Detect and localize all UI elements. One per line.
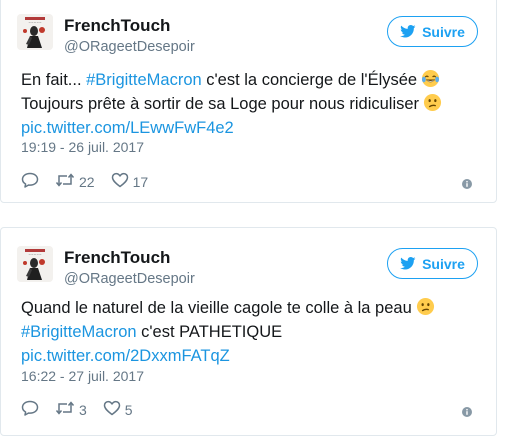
reply-button[interactable] <box>21 400 39 419</box>
follow-label: Suivre <box>422 23 465 40</box>
follow-button[interactable]: Suivre <box>387 16 478 47</box>
like-button[interactable]: 17 <box>111 172 149 191</box>
avatar[interactable]: ~~~~~ <box>17 14 53 50</box>
tweet-card: ~~~~~ FrenchTouch @ORageetDesepoir Suivr… <box>0 0 497 203</box>
retweet-icon <box>55 172 75 191</box>
author-name[interactable]: FrenchTouch <box>64 248 170 268</box>
retweet-count: 3 <box>79 401 87 418</box>
tweet-actions: 22 17 <box>21 172 164 191</box>
avatar[interactable]: ~~~~~ <box>17 246 53 282</box>
follow-button[interactable]: Suivre <box>387 248 478 279</box>
svg-text:~~~~~: ~~~~~ <box>28 21 42 25</box>
pic-link[interactable]: pic.twitter.com/2DxxmFATqZ <box>21 347 230 365</box>
tweet-text-segment: Quand le naturel de la vieille cagole te… <box>21 299 412 317</box>
twitter-bird-icon <box>400 257 416 270</box>
tweet-text-segment: En fait... <box>21 71 87 89</box>
tweet-text-segment: c'est PATHETIQUE <box>136 323 283 341</box>
like-count: 5 <box>124 401 133 418</box>
author-handle[interactable]: @ORageetDesepoir <box>64 39 195 55</box>
tweet-text-segment: c'est la concierge de l'Élysée <box>201 71 418 89</box>
tweet-actions: 3 5 <box>21 400 149 419</box>
tweet-text-segment: Toujours prête à sortir de sa Loge pour … <box>21 95 420 113</box>
heart-icon <box>103 400 121 419</box>
reply-icon <box>21 172 39 191</box>
tweet-text: En fait... #BrigitteMacron c'est la conc… <box>21 68 481 140</box>
retweet-button[interactable]: 22 <box>55 172 95 191</box>
info-icon[interactable] <box>462 404 472 417</box>
info-icon[interactable] <box>462 176 472 189</box>
like-button[interactable]: 5 <box>103 400 133 419</box>
heart-icon <box>111 172 129 191</box>
timestamp[interactable]: 16:22 - 27 juil. 2017 <box>21 368 144 384</box>
like-count: 17 <box>132 173 149 190</box>
svg-text:~~~~~: ~~~~~ <box>28 253 42 257</box>
confused-face-icon <box>423 93 442 112</box>
timestamp[interactable]: 19:19 - 26 juil. 2017 <box>21 139 144 155</box>
hashtag-link[interactable]: #BrigitteMacron <box>86 71 202 89</box>
tweet-text: Quand le naturel de la vieille cagole te… <box>21 296 481 368</box>
retweet-icon <box>55 400 75 419</box>
tweet-card: ~~~~~ FrenchTouch @ORageetDesepoir Suivr… <box>0 227 497 436</box>
pic-link[interactable]: pic.twitter.com/LEwwFwF4e2 <box>21 119 234 137</box>
hashtag-link[interactable]: #BrigitteMacron <box>21 323 137 341</box>
confused-face-icon <box>416 297 435 316</box>
reply-button[interactable] <box>21 172 39 191</box>
retweet-count: 22 <box>79 173 95 190</box>
author-handle[interactable]: @ORageetDesepoir <box>64 271 195 287</box>
author-name[interactable]: FrenchTouch <box>64 16 170 36</box>
reply-icon <box>21 400 39 419</box>
follow-label: Suivre <box>422 255 465 272</box>
retweet-button[interactable]: 3 <box>55 400 87 419</box>
face-with-tears-of-joy-icon <box>421 69 440 88</box>
twitter-bird-icon <box>400 25 416 38</box>
